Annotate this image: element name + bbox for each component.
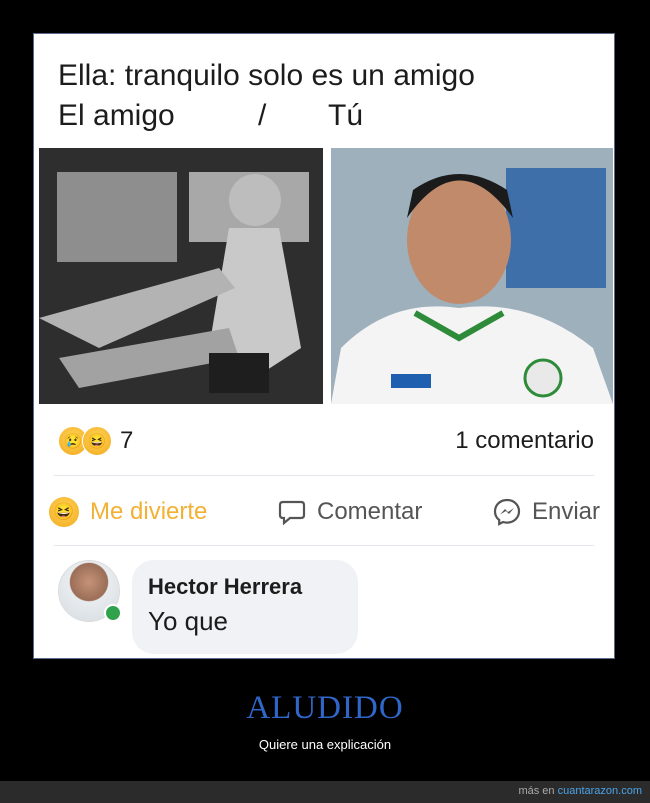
- comment-button-label: Comentar: [316, 498, 423, 525]
- react-button[interactable]: 😆 Me divierte: [44, 496, 211, 528]
- footer-bar: más en cuantarazon.com: [0, 781, 650, 803]
- caption-subtitle: Quiere una explicación: [258, 737, 392, 752]
- caption-title: ALUDIDO: [246, 690, 404, 726]
- comment-button[interactable]: Comentar: [273, 497, 426, 527]
- comment-text: Yo que: [148, 606, 229, 636]
- photo-friend: [39, 148, 323, 404]
- divider-bottom: [54, 545, 594, 546]
- send-button[interactable]: Enviar: [488, 497, 604, 527]
- post-line-2: El amigo / Tú: [58, 96, 475, 136]
- online-indicator: [104, 604, 122, 622]
- label-you: Tú: [328, 99, 364, 132]
- comments-count-link[interactable]: 1 comentario: [455, 427, 594, 455]
- label-slash: /: [258, 99, 267, 132]
- post-text: Ella: tranquilo solo es un amigo El amig…: [58, 56, 475, 136]
- reaction-count: 7: [120, 427, 134, 454]
- comment-bubble: Hector Herrera Yo que: [132, 560, 358, 654]
- comment-bubble-icon: [278, 500, 306, 526]
- messenger-icon: [493, 498, 521, 526]
- meme-card: Ella: tranquilo solo es un amigo El amig…: [33, 33, 615, 659]
- laughing-face-icon: 😆: [82, 426, 112, 456]
- divider-top: [54, 475, 594, 476]
- label-friend: El amigo: [58, 99, 175, 132]
- post-line-1: Ella: tranquilo solo es un amigo: [58, 56, 475, 96]
- photo-you-illustration: [331, 148, 613, 404]
- photo-friend-illustration: [39, 148, 323, 404]
- actions-bar: 😆 Me divierte Comentar Enviar: [44, 490, 604, 534]
- footer-prefix: más en: [518, 785, 558, 797]
- footer-text: más en cuantarazon.com: [518, 785, 642, 797]
- react-button-label: Me divierte: [90, 498, 208, 525]
- photo-you: [331, 148, 613, 404]
- footer-site-link[interactable]: cuantarazon.com: [558, 785, 642, 797]
- comment-author[interactable]: Hector Herrera: [148, 572, 342, 602]
- post-line-1-text: Ella: tranquilo solo es un amigo: [58, 59, 475, 92]
- reactions-bar[interactable]: 😢 😆 7 1 comentario: [58, 424, 594, 458]
- laughing-face-icon: 😆: [48, 496, 80, 528]
- send-button-label: Enviar: [531, 498, 600, 525]
